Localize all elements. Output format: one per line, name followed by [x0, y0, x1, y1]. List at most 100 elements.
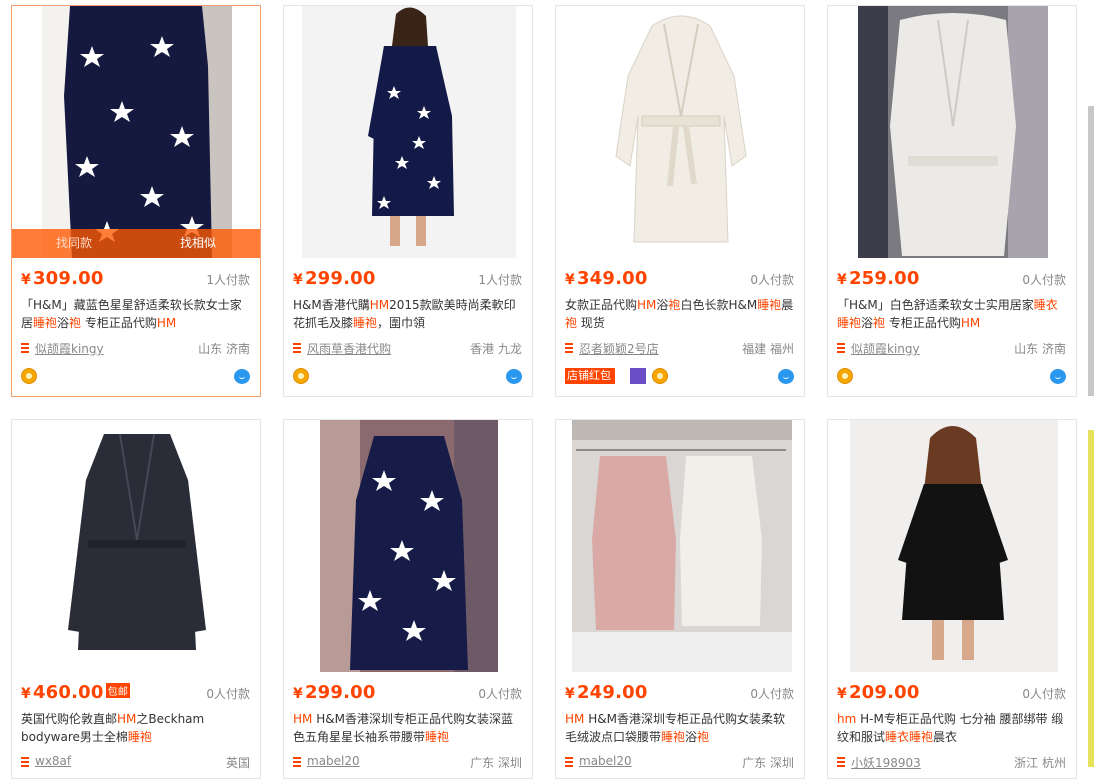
shop-name[interactable]: 似颉霞kingy	[35, 340, 104, 357]
shop-icon	[565, 343, 573, 353]
keyword-highlight: HM	[293, 712, 313, 726]
product-image-2[interactable]	[284, 6, 532, 258]
find-similar-button[interactable]: 找相似	[136, 229, 260, 258]
shop-icon	[565, 757, 573, 767]
product-image-4[interactable]	[828, 6, 1076, 258]
location: 福建 福州	[742, 342, 794, 356]
product-image-7[interactable]	[556, 420, 804, 672]
product-image-8[interactable]	[828, 420, 1076, 672]
location: 山东 济南	[1014, 342, 1066, 356]
badge-row	[12, 360, 260, 392]
find-same-button[interactable]: 找同款	[12, 229, 136, 258]
keyword-highlight: 袍	[873, 316, 886, 330]
gold-seller-medal-icon[interactable]	[293, 368, 309, 384]
price-row: ¥299.00 1人付款	[284, 258, 532, 296]
wangwang-chat-icon[interactable]	[778, 369, 794, 384]
keyword-highlight: 睡衣	[1033, 298, 1058, 312]
title-text: H&M香港代購	[293, 298, 370, 312]
wangwang-chat-icon[interactable]	[506, 369, 522, 384]
location: 浙江 杭州	[1014, 756, 1066, 770]
keyword-highlight: 袍	[697, 730, 710, 744]
shop-row: 忍者颖颖2号店 福建 福州	[556, 338, 804, 360]
sold-count: 1人付款	[478, 273, 522, 287]
shop-name[interactable]: 忍者颖颖2号店	[579, 340, 659, 357]
product-card-3[interactable]: ¥349.00 0人付款 女款正品代购HM浴袍白色长款H&M睡袍晨袍 现货 忍者…	[555, 5, 805, 397]
keyword-highlight: HM	[637, 298, 657, 312]
title-text: 专柜正品代购	[81, 316, 157, 330]
keyword-highlight: HM	[960, 316, 981, 330]
product-title[interactable]: HM H&M香港深圳专柜正品代购女装柔软毛绒波点口袋腰带睡袍浴袍	[565, 710, 796, 746]
price: ¥259.00	[837, 268, 920, 289]
product-title[interactable]: 「H&M」藏蓝色星星舒适柔软长款女士家居睡袍浴袍 专柜正品代购HM	[21, 296, 252, 332]
price-row: ¥249.00 0人付款	[556, 672, 804, 710]
shop-icon	[837, 757, 845, 767]
gold-seller-medal-icon[interactable]	[21, 368, 37, 384]
shop-row: wx8af 英国	[12, 752, 260, 774]
keyword-highlight: 睡袍	[757, 298, 782, 312]
sold-count: 0人付款	[1022, 273, 1066, 287]
price-row: ¥460.00 包邮 0人付款	[12, 672, 260, 710]
product-card-4[interactable]: ¥259.00 0人付款 「H&M」白色舒适柔软女士实用居家睡衣睡袍浴袍 专柜正…	[827, 5, 1077, 397]
shop-icon	[293, 343, 301, 353]
night-delivery-icon[interactable]	[630, 368, 646, 384]
shop-icon	[837, 343, 845, 353]
product-title[interactable]: 女款正品代购HM浴袍白色长款H&M睡袍晨袍 现货	[565, 296, 796, 332]
title-text: 专柜正品代购	[885, 316, 961, 330]
shop-row: 似颉霞kingy 山东 济南	[12, 338, 260, 360]
shop-row: 似颉霞kingy 山东 济南	[828, 338, 1076, 360]
price: ¥299.00	[293, 682, 376, 703]
product-title[interactable]: H&M香港代購HM2015款歐美時尚柔軟印花抓毛及膝睡袍，圍巾領	[293, 296, 524, 332]
sold-count: 0人付款	[1022, 687, 1066, 701]
shop-name[interactable]: wx8af	[35, 754, 71, 768]
shop-red-packet-badge[interactable]: 店铺红包	[565, 368, 615, 384]
product-card-6[interactable]: ¥299.00 0人付款 HM H&M香港深圳专柜正品代购女装深蓝色五角星星长袖…	[283, 419, 533, 779]
keyword-highlight: 袍	[668, 298, 681, 312]
product-image-3[interactable]	[556, 6, 804, 258]
gold-seller-medal-icon[interactable]	[837, 368, 853, 384]
product-title[interactable]: hm H-M专柜正品代购 七分袖 腰部绑带 缎纹和服试睡衣睡袍晨衣	[837, 710, 1068, 746]
price-row: ¥299.00 0人付款	[284, 672, 532, 710]
product-image-1[interactable]: 找同款 找相似	[12, 6, 260, 258]
title-text: 浴	[656, 298, 669, 312]
title-text: 浴	[861, 316, 874, 330]
keyword-highlight: 睡袍	[661, 730, 686, 744]
product-card-2[interactable]: ¥299.00 1人付款 H&M香港代購HM2015款歐美時尚柔軟印花抓毛及膝睡…	[283, 5, 533, 397]
product-title[interactable]: HM H&M香港深圳专柜正品代购女装深蓝色五角星星长袖系带腰带睡袍	[293, 710, 524, 746]
shop-name[interactable]: mabel20	[307, 754, 360, 768]
wangwang-chat-icon[interactable]	[1050, 369, 1066, 384]
shop-name[interactable]: 似颉霞kingy	[851, 340, 920, 357]
product-title[interactable]: 英国代购伦敦直邮HM之Beckham bodyware男士全棉睡袍	[21, 710, 252, 746]
location: 山东 济南	[198, 342, 250, 356]
price-row: ¥259.00 0人付款	[828, 258, 1076, 296]
sold-count: 1人付款	[206, 273, 250, 287]
shop-name[interactable]: 小妖198903	[851, 754, 921, 771]
sold-count: 0人付款	[750, 273, 794, 287]
badge-row	[828, 360, 1076, 392]
product-image-6[interactable]	[284, 420, 532, 672]
price-row: ¥209.00 0人付款	[828, 672, 1076, 710]
title-text: 「H&M」白色舒适柔软女士实用居家	[837, 298, 1034, 312]
next-card-edge	[1088, 430, 1094, 767]
shop-row: mabel20 广东 深圳	[556, 752, 804, 774]
sold-count: 0人付款	[478, 687, 522, 701]
keyword-highlight: HM	[156, 316, 177, 330]
gold-seller-medal-icon[interactable]	[652, 368, 668, 384]
location: 广东 深圳	[470, 756, 522, 770]
product-card-1[interactable]: 找同款 找相似 ¥309.00 1人付款 「H&M」藏蓝色星星舒适柔软长款女士家…	[11, 5, 261, 397]
price: ¥209.00	[837, 682, 920, 703]
product-title[interactable]: 「H&M」白色舒适柔软女士实用居家睡衣睡袍浴袍 专柜正品代购HM	[837, 296, 1068, 332]
keyword-highlight: 睡袍	[909, 730, 934, 744]
badge-row: 店铺红包	[556, 360, 804, 392]
product-card-8[interactable]: ¥209.00 0人付款 hm H-M专柜正品代购 七分袖 腰部绑带 缎纹和服试…	[827, 419, 1077, 779]
shop-row: 风雨草香港代购 香港 九龙	[284, 338, 532, 360]
wangwang-chat-icon[interactable]	[234, 369, 250, 384]
product-card-7[interactable]: ¥249.00 0人付款 HM H&M香港深圳专柜正品代购女装柔软毛绒波点口袋腰…	[555, 419, 805, 779]
shop-name[interactable]: mabel20	[579, 754, 632, 768]
shop-name[interactable]: 风雨草香港代购	[307, 340, 391, 357]
product-image-5[interactable]	[12, 420, 260, 672]
title-text: 英国代购伦敦直邮	[21, 712, 118, 726]
shop-icon	[293, 757, 301, 767]
keyword-highlight: 睡袍	[425, 730, 450, 744]
product-card-5[interactable]: ¥460.00 包邮 0人付款 英国代购伦敦直邮HM之Beckham bodywa…	[11, 419, 261, 779]
badge-row	[284, 360, 532, 392]
